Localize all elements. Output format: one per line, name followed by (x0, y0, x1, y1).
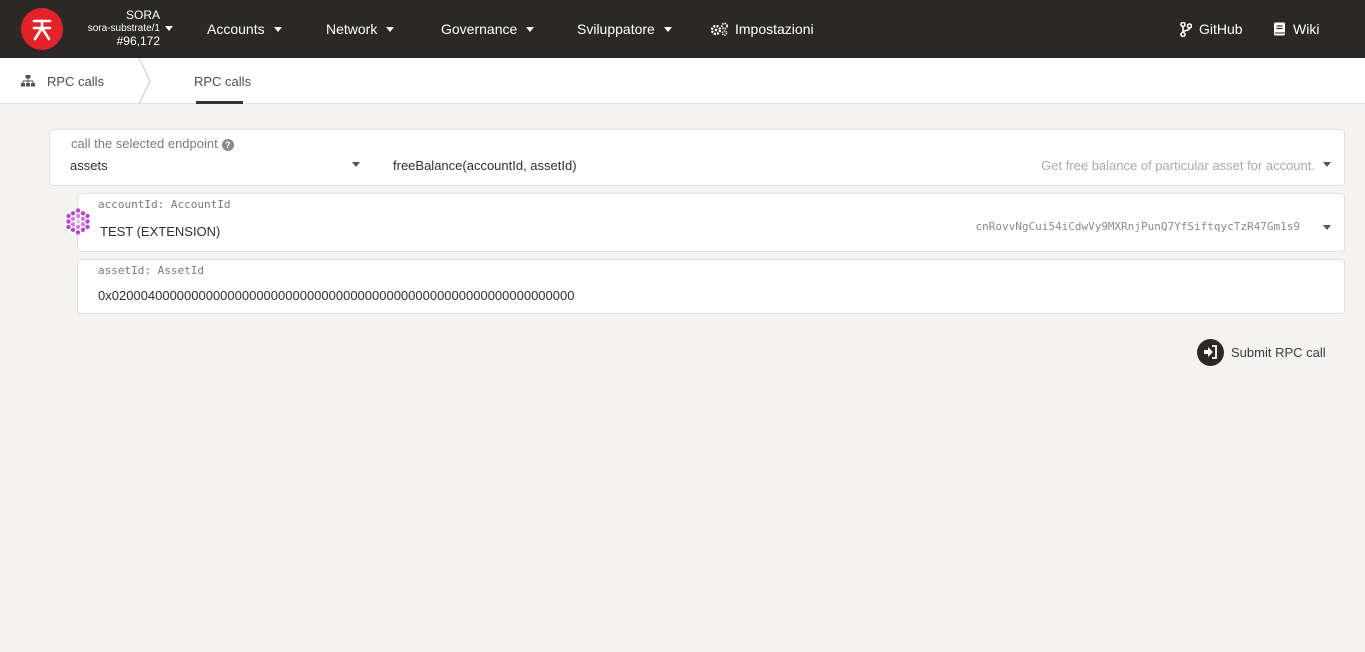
breadcrumb-label: RPC calls (47, 73, 105, 89)
method-description: Get free balance of particular asset for… (1041, 158, 1315, 173)
active-tab-indicator (196, 101, 243, 104)
nav-governance[interactable]: Governance (441, 0, 535, 58)
book-icon (1274, 22, 1285, 36)
chevron-down-icon (386, 26, 395, 32)
wiki-link[interactable]: Wiki (1273, 0, 1319, 58)
account-id-field[interactable]: accountId: AccountId TEST (EXTENSION) cn… (77, 193, 1345, 252)
nav-network[interactable]: Network (326, 0, 395, 58)
tab-rpc-calls-label: RPC calls (194, 73, 252, 89)
nav-developer-label: Sviluppatore (577, 21, 655, 37)
github-link[interactable]: GitHub (1180, 0, 1243, 58)
account-name: TEST (EXTENSION) (100, 224, 221, 239)
section-select[interactable]: assets (70, 158, 108, 173)
asset-id-label: assetId: AssetId (98, 264, 204, 277)
endpoint-label-text: call the selected endpoint (71, 136, 218, 151)
cogs-icon (710, 22, 728, 36)
sign-in-icon (1197, 338, 1224, 366)
nav-network-label: Network (326, 21, 378, 37)
endpoint-selector: call the selected endpoint? assets freeB… (49, 129, 1345, 186)
account-id-label: accountId: AccountId (98, 198, 231, 211)
identicon-avatar-icon (64, 207, 92, 235)
block-number: #96,172 (116, 34, 160, 48)
chevron-down-icon[interactable] (1323, 225, 1331, 230)
top-navigation-bar: SORA sora-substrate/1 #96,172 Accounts N… (0, 0, 1365, 58)
sora-logo-icon[interactable] (21, 8, 63, 50)
nav-accounts-label: Accounts (207, 21, 265, 37)
tab-rpc-calls[interactable]: RPC calls (194, 58, 251, 104)
sub-navigation-bar: RPC calls RPC calls (0, 58, 1365, 104)
breadcrumb-separator-icon (138, 58, 151, 104)
chevron-down-icon[interactable] (1323, 162, 1331, 167)
asset-id-field[interactable]: assetId: AssetId 0x020004000000000000000… (77, 259, 1345, 314)
submit-rpc-call-label: Submit RPC call (1231, 344, 1326, 360)
chevron-down-icon (663, 26, 672, 32)
breadcrumb[interactable]: RPC calls (21, 58, 104, 104)
account-address: cnRovvNgCui54iCdwVy9MXRnjPunQ7YfSiftqycT… (975, 220, 1300, 233)
chevron-down-icon[interactable] (165, 26, 173, 31)
code-branch-icon (1180, 21, 1192, 37)
submit-rpc-call-button[interactable]: Submit RPC call (1197, 338, 1326, 366)
nav-governance-label: Governance (441, 21, 518, 37)
help-icon[interactable]: ? (221, 139, 234, 151)
nav-settings[interactable]: Impostazioni (710, 0, 814, 58)
nav-settings-label: Impostazioni (735, 21, 814, 37)
sitemap-icon (21, 75, 35, 87)
endpoint-label: call the selected endpoint? (71, 136, 234, 151)
chain-selector[interactable]: SORA sora-substrate/1 #96,172 (70, 9, 160, 48)
chain-name: SORA (125, 8, 160, 22)
nav-accounts[interactable]: Accounts (207, 0, 282, 58)
chevron-down-icon[interactable] (352, 162, 360, 167)
wiki-label: Wiki (1293, 21, 1320, 37)
chevron-down-icon (526, 26, 535, 32)
nav-developer[interactable]: Sviluppatore (577, 0, 672, 58)
chevron-down-icon (273, 26, 282, 32)
asset-id-input[interactable]: 0x02000400000000000000000000000000000000… (98, 288, 574, 303)
github-label: GitHub (1199, 21, 1243, 37)
method-select[interactable]: freeBalance(accountId, assetId) (393, 158, 577, 173)
